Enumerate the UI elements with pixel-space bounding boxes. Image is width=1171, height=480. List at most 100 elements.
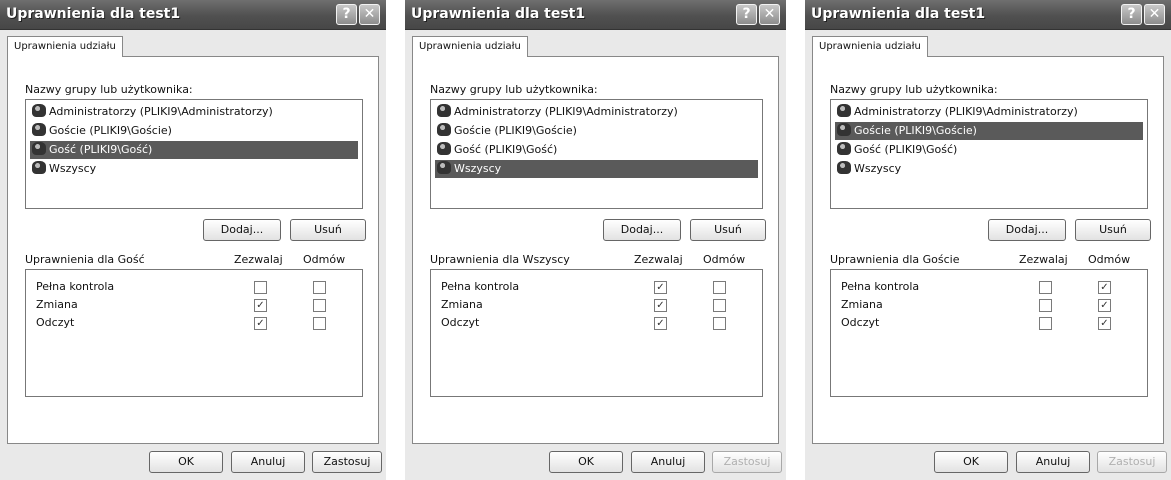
permissions-list: Pełna kontrola ✓ Zmiana ✓ Odczyt ✓	[830, 269, 1148, 397]
allow-checkbox[interactable]: ✓	[654, 281, 667, 294]
allow-column-header: Zezwalaj	[634, 253, 683, 266]
cancel-button[interactable]: Anuluj	[631, 451, 705, 473]
remove-button[interactable]: Usuń	[690, 219, 766, 241]
deny-checkbox[interactable]	[313, 317, 326, 330]
deny-checkbox[interactable]	[313, 299, 326, 312]
user-name: Administratorzy (PLIKI9\Administratorzy)	[49, 105, 273, 118]
cancel-button[interactable]: Anuluj	[1016, 451, 1090, 473]
tab-share-permissions[interactable]: Uprawnienia udziału	[412, 36, 528, 57]
help-button[interactable]: ?	[336, 4, 357, 25]
user-list-item[interactable]: Wszyscy	[435, 160, 758, 178]
permission-row: Zmiana	[841, 296, 883, 313]
user-name: Goście (PLIKI9\Goście)	[854, 124, 977, 137]
deny-checkbox[interactable]	[713, 299, 726, 312]
tab-panel: Nazwy grupy lub użytkownika: Administrato…	[412, 56, 779, 444]
add-button[interactable]: Dodaj...	[203, 219, 281, 241]
allow-checkbox[interactable]	[1039, 299, 1052, 312]
permission-name: Pełna kontrola	[36, 280, 115, 293]
user-list-item[interactable]: Goście (PLIKI9\Goście)	[30, 122, 358, 140]
deny-checkbox[interactable]	[313, 281, 326, 294]
close-button[interactable]: ✕	[1144, 4, 1165, 25]
user-list-item[interactable]: Gość (PLIKI9\Gość)	[30, 141, 358, 159]
tab-share-permissions[interactable]: Uprawnienia udziału	[812, 36, 928, 57]
user-list-item[interactable]: Administratorzy (PLIKI9\Administratorzy)	[835, 103, 1143, 121]
user-name: Wszyscy	[854, 162, 902, 175]
permission-row: Pełna kontrola	[36, 278, 114, 295]
user-group-icon	[32, 123, 46, 136]
user-group-icon	[32, 104, 46, 117]
allow-checkbox[interactable]: ✓	[254, 317, 267, 330]
groups-label: Nazwy grupy lub użytkownika:	[830, 83, 998, 96]
cancel-button[interactable]: Anuluj	[231, 451, 305, 473]
ok-button[interactable]: OK	[149, 451, 223, 473]
apply-button[interactable]: Zastosuj	[1097, 451, 1167, 473]
permission-name: Zmiana	[841, 298, 883, 311]
remove-button[interactable]: Usuń	[1075, 219, 1151, 241]
permission-name: Pełna kontrola	[841, 280, 920, 293]
user-list-item[interactable]: Wszyscy	[835, 160, 1143, 178]
permissions-list: Pełna kontrola ✓ Zmiana ✓ Odczyt ✓	[430, 269, 763, 397]
user-list-item[interactable]: Gość (PLIKI9\Gość)	[835, 141, 1143, 159]
close-button[interactable]: ✕	[759, 4, 780, 25]
help-button[interactable]: ?	[1121, 4, 1142, 25]
apply-button[interactable]: Zastosuj	[312, 451, 382, 473]
user-group-icon	[837, 123, 851, 136]
user-list-item[interactable]: Administratorzy (PLIKI9\Administratorzy)	[435, 103, 758, 121]
user-group-icon	[837, 142, 851, 155]
help-button[interactable]: ?	[736, 4, 757, 25]
user-list-item[interactable]: Administratorzy (PLIKI9\Administratorzy)	[30, 103, 358, 121]
tab-panel: Nazwy grupy lub użytkownika: Administrato…	[7, 56, 379, 444]
deny-checkbox[interactable]: ✓	[1098, 281, 1111, 294]
ok-button[interactable]: OK	[549, 451, 623, 473]
user-group-icon	[437, 104, 451, 117]
permissions-for-label: Uprawnienia dla Goście	[830, 253, 960, 266]
tab-share-permissions[interactable]: Uprawnienia udziału	[7, 36, 123, 57]
allow-checkbox[interactable]	[1039, 281, 1052, 294]
permission-name: Odczyt	[841, 316, 880, 329]
user-list-item[interactable]: Gość (PLIKI9\Gość)	[435, 141, 758, 159]
permission-row: Pełna kontrola	[841, 278, 919, 295]
allow-checkbox[interactable]: ✓	[254, 299, 267, 312]
user-group-icon	[837, 161, 851, 174]
user-list-item[interactable]: Goście (PLIKI9\Goście)	[435, 122, 758, 140]
user-group-icon	[437, 123, 451, 136]
user-name: Gość (PLIKI9\Gość)	[454, 143, 558, 156]
deny-column-header: Odmów	[1088, 253, 1131, 266]
permission-row: Pełna kontrola	[441, 278, 519, 295]
allow-checkbox[interactable]: ✓	[654, 299, 667, 312]
remove-button[interactable]: Usuń	[290, 219, 366, 241]
add-button[interactable]: Dodaj...	[988, 219, 1066, 241]
permission-row: Odczyt	[841, 314, 879, 331]
add-button[interactable]: Dodaj...	[603, 219, 681, 241]
users-listbox[interactable]: Administratorzy (PLIKI9\Administratorzy)…	[830, 99, 1148, 209]
permission-row: Zmiana	[441, 296, 483, 313]
user-name: Wszyscy	[49, 162, 97, 175]
title-bar: Uprawnienia dla test1? ✕	[805, 0, 1171, 30]
user-name: Gość (PLIKI9\Gość)	[854, 143, 958, 156]
permission-row: Odczyt	[441, 314, 479, 331]
user-group-icon	[437, 142, 451, 155]
user-list-item[interactable]: Wszyscy	[30, 160, 358, 178]
allow-checkbox[interactable]: ✓	[654, 317, 667, 330]
tab-panel: Nazwy grupy lub użytkownika: Administrato…	[812, 56, 1164, 444]
allow-checkbox[interactable]	[1039, 317, 1052, 330]
permissions-dialog: Uprawnienia dla test1? ✕ Uprawnienia udzia…	[405, 0, 786, 480]
deny-checkbox[interactable]	[713, 317, 726, 330]
window-title: Uprawnienia dla test1	[6, 6, 181, 22]
deny-checkbox[interactable]: ✓	[1098, 317, 1111, 330]
allow-checkbox[interactable]	[254, 281, 267, 294]
permission-name: Odczyt	[36, 316, 75, 329]
user-name: Administratorzy (PLIKI9\Administratorzy)	[454, 105, 678, 118]
users-listbox[interactable]: Administratorzy (PLIKI9\Administratorzy)…	[430, 99, 763, 209]
users-listbox[interactable]: Administratorzy (PLIKI9\Administratorzy)…	[25, 99, 363, 209]
permission-name: Pełna kontrola	[441, 280, 520, 293]
deny-checkbox[interactable]	[713, 281, 726, 294]
user-name: Wszyscy	[454, 162, 502, 175]
user-name: Goście (PLIKI9\Goście)	[454, 124, 577, 137]
ok-button[interactable]: OK	[934, 451, 1008, 473]
apply-button[interactable]: Zastosuj	[712, 451, 782, 473]
user-list-item[interactable]: Goście (PLIKI9\Goście)	[835, 122, 1143, 140]
deny-checkbox[interactable]: ✓	[1098, 299, 1111, 312]
close-button[interactable]: ✕	[359, 4, 380, 25]
permission-row: Zmiana	[36, 296, 78, 313]
